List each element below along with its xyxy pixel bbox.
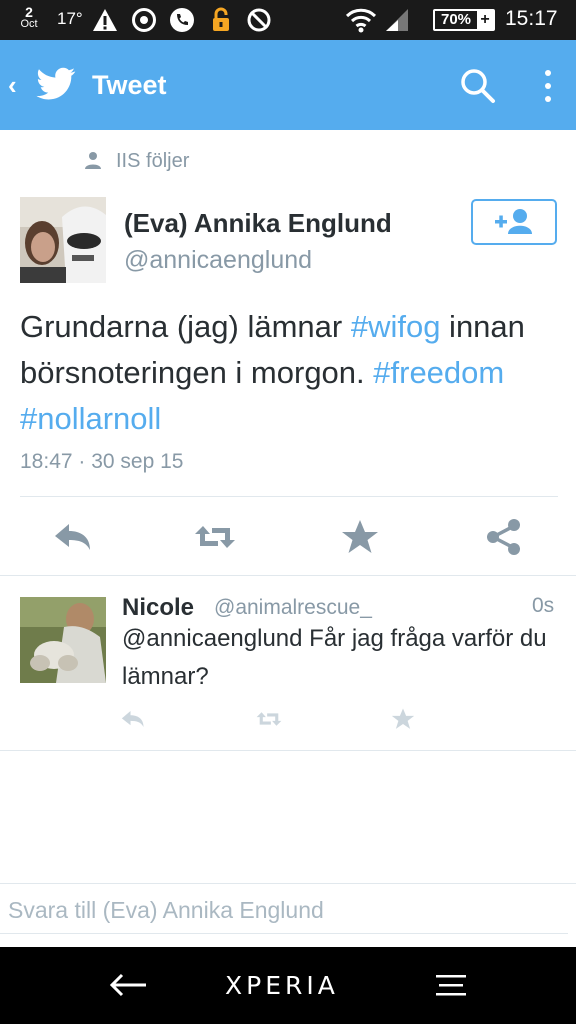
share-icon[interactable]	[483, 516, 525, 558]
charging-icon: +	[477, 11, 493, 29]
author-name[interactable]: (Eva) Annika Englund	[124, 208, 392, 239]
social-context-label: IIS följer	[116, 150, 190, 172]
phone-icon	[170, 8, 194, 32]
reply-author-handle[interactable]: @animalrescue_	[214, 596, 372, 620]
brand-label: XPERIA	[225, 971, 339, 1000]
reply-icon[interactable]	[120, 706, 146, 732]
tweet-text-segment: Grundarna (jag) lämnar	[20, 309, 351, 344]
hashtag-link[interactable]: #nollarnoll	[20, 401, 161, 436]
more-vertical-icon[interactable]	[536, 66, 560, 106]
date-day: 2	[25, 4, 33, 20]
battery-level: 70%	[441, 11, 472, 28]
menu-icon[interactable]	[436, 973, 466, 997]
date-month: Oct	[20, 18, 38, 30]
avatar[interactable]	[20, 197, 106, 283]
divider	[0, 575, 576, 576]
clock: 15:17	[505, 7, 558, 30]
favorite-icon[interactable]	[339, 516, 381, 558]
status-bar: 2 Oct 17° 70% + 15:17	[0, 0, 576, 40]
warning-icon	[93, 9, 117, 31]
person-icon	[85, 152, 101, 169]
lock-icon	[213, 7, 229, 31]
hashtag-link[interactable]: #wifog	[351, 309, 441, 344]
search-icon[interactable]	[458, 66, 498, 106]
app-bar: ‹ Tweet	[0, 40, 576, 130]
reply-input[interactable]	[0, 888, 568, 934]
tweet-text: Grundarna (jag) lämnar #wifog innan börs…	[20, 304, 560, 442]
battery-icon: 70% +	[433, 9, 495, 31]
tweet-timestamp: 18:47 · 30 sep 15	[20, 450, 184, 473]
reply-icon[interactable]	[52, 516, 94, 558]
navigation-bar: XPERIA	[0, 947, 576, 1024]
divider	[0, 883, 576, 884]
reply-timestamp: 0s	[532, 594, 555, 617]
no-sync-icon	[247, 8, 271, 32]
follow-button[interactable]	[471, 199, 557, 245]
divider	[0, 750, 576, 751]
retweet-icon[interactable]	[256, 706, 282, 732]
reply-text: @annicaenglund Får jag fråga varför du l…	[122, 625, 547, 690]
signal-icon	[386, 9, 408, 31]
add-user-icon	[495, 209, 532, 234]
avatar[interactable]	[20, 597, 106, 683]
reply-author-name[interactable]: Nicole	[122, 594, 194, 622]
back-arrow-icon[interactable]	[108, 969, 148, 1001]
retweet-icon[interactable]	[194, 516, 236, 558]
temperature: 17°	[57, 9, 83, 28]
divider	[20, 496, 558, 497]
circle-dot-icon	[132, 8, 156, 32]
social-context: IIS följer	[84, 150, 189, 178]
date-indicator: 2 Oct	[18, 4, 40, 30]
reply-author-photo	[20, 597, 106, 683]
favorite-icon[interactable]	[390, 706, 416, 732]
back-button[interactable]: ‹	[8, 70, 17, 101]
wifi-icon	[345, 8, 377, 33]
author-photo	[20, 197, 106, 283]
author-handle[interactable]: @annicaenglund	[124, 246, 312, 275]
page-title: Tweet	[92, 70, 167, 100]
twitter-bird-icon[interactable]	[36, 66, 76, 102]
hashtag-link[interactable]: #freedom	[373, 355, 504, 390]
